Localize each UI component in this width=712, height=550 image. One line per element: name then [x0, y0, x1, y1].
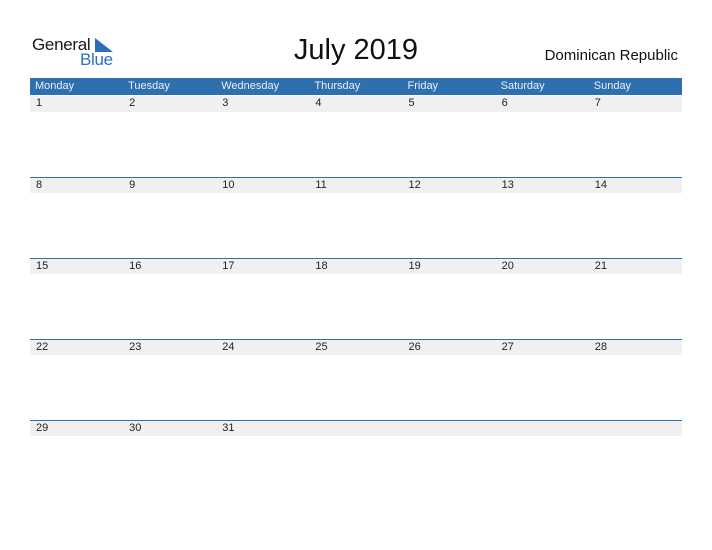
day-cell: 6 — [501, 97, 508, 109]
day-cell: 27 — [501, 341, 514, 353]
country-label: Dominican Republic — [544, 47, 678, 64]
day-cell — [589, 421, 682, 436]
day-cell: 12 — [408, 179, 421, 191]
day-cell: 7 — [594, 97, 601, 109]
day-cell: 21 — [594, 260, 607, 272]
week-row-3: 15 16 17 18 19 20 21 — [30, 258, 682, 339]
day-cell: 18 — [315, 260, 328, 272]
day-cell: 8 — [36, 179, 43, 191]
day-cell: 4 — [315, 97, 322, 109]
day-cell: 15 — [36, 260, 49, 272]
week-row-2: 8 9 10 11 12 13 14 — [30, 177, 682, 258]
day-cell: 11 — [315, 179, 327, 191]
day-cell: 23 — [129, 341, 142, 353]
weekday-thursday: Thursday — [314, 80, 361, 92]
week-row-4: 22 23 24 25 26 27 28 — [30, 339, 682, 420]
day-cell — [403, 421, 496, 436]
day-cell: 13 — [501, 179, 514, 191]
day-cell: 30 — [129, 422, 142, 434]
weekday-saturday: Saturday — [500, 80, 545, 92]
day-cell: 9 — [129, 179, 136, 191]
day-cell: 29 — [36, 422, 49, 434]
day-cell: 2 — [129, 97, 136, 109]
day-cell: 14 — [594, 179, 607, 191]
day-cell: 28 — [594, 341, 607, 353]
day-cell: 19 — [408, 260, 421, 272]
weekday-monday: Monday — [35, 80, 75, 92]
weekday-sunday: Sunday — [593, 80, 632, 92]
weekday-tuesday: Tuesday — [128, 80, 170, 92]
week-row-1: 1 2 3 4 5 6 7 — [30, 96, 682, 177]
day-cell: 25 — [315, 341, 328, 353]
day-cell: 31 — [222, 422, 235, 434]
day-cell: 26 — [408, 341, 421, 353]
day-cell: 1 — [36, 97, 43, 109]
day-cell: 22 — [36, 341, 49, 353]
weekday-wednesday: Wednesday — [221, 80, 280, 92]
day-cell: 3 — [222, 97, 229, 109]
day-cell: 17 — [222, 260, 235, 272]
weekday-header: Monday Tuesday Wednesday Thursday Friday… — [30, 78, 682, 95]
day-cell: 24 — [222, 341, 235, 353]
day-cell: 5 — [408, 97, 415, 109]
week-row-5: 29 30 31 — [30, 420, 682, 501]
day-cell: 16 — [129, 260, 142, 272]
day-cell — [309, 421, 402, 436]
day-cell — [496, 421, 589, 436]
day-cell: 20 — [501, 260, 514, 272]
day-cell: 10 — [222, 179, 235, 191]
weekday-friday: Friday — [407, 80, 439, 92]
